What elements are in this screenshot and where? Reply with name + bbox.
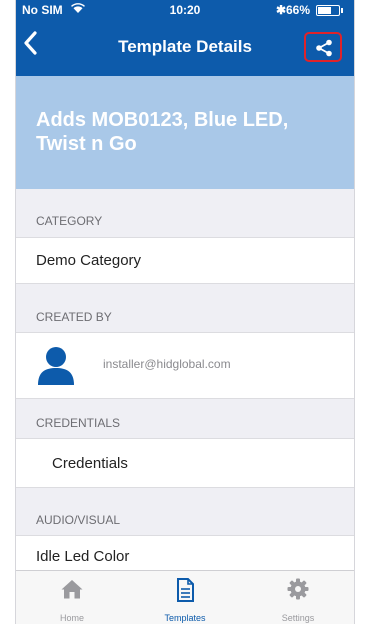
- creator-email: installer@hidglobal.com: [103, 357, 231, 371]
- battery-icon: [316, 5, 343, 16]
- created-by-header-label: CREATED BY: [36, 310, 112, 324]
- category-header-label: CATEGORY: [36, 214, 103, 228]
- credentials-row[interactable]: Credentials: [16, 438, 354, 488]
- tab-bar: Home Templates Settings: [16, 570, 354, 624]
- category-value: Demo Category: [36, 252, 142, 269]
- template-banner: Adds MOB0123, Blue LED, Twist n Go: [16, 76, 354, 189]
- credentials-header-label: CREDENTIALS: [36, 416, 121, 430]
- tab-settings[interactable]: Settings: [242, 571, 354, 624]
- chevron-left-icon: [24, 31, 37, 55]
- status-bar: No SIM 10:20 ✱ 66%: [16, 0, 354, 20]
- tab-templates[interactable]: Templates: [129, 571, 241, 624]
- category-row: Demo Category: [16, 237, 354, 284]
- template-name: Adds MOB0123, Blue LED, Twist n Go: [36, 109, 289, 155]
- battery-percent: 66%: [285, 3, 310, 17]
- home-icon: [60, 577, 84, 606]
- document-icon: [173, 577, 197, 608]
- idle-led-color-label: Idle Led Color: [36, 548, 130, 565]
- gear-icon: [286, 577, 310, 606]
- created-by-row: installer@hidglobal.com: [16, 332, 354, 399]
- bluetooth-icon: ✱: [275, 3, 286, 17]
- navigation-bar: Template Details: [16, 20, 354, 76]
- battery-level: [318, 7, 331, 14]
- page-title: Template Details: [118, 37, 252, 56]
- back-button[interactable]: [22, 30, 50, 58]
- share-icon: [316, 39, 332, 57]
- credentials-value: Credentials: [52, 455, 128, 472]
- audio-visual-header-label: AUDIO/VISUAL: [36, 513, 121, 527]
- tab-home-label: Home: [59, 613, 84, 623]
- tab-templates-label: Templates: [164, 613, 206, 623]
- share-button[interactable]: [304, 32, 342, 62]
- tab-settings-label: Settings: [281, 613, 315, 623]
- phone-screen: No SIM 10:20 ✱ 66% Template Details Adds…: [16, 0, 354, 624]
- user-icon: [38, 347, 74, 390]
- tab-home[interactable]: Home: [16, 571, 128, 624]
